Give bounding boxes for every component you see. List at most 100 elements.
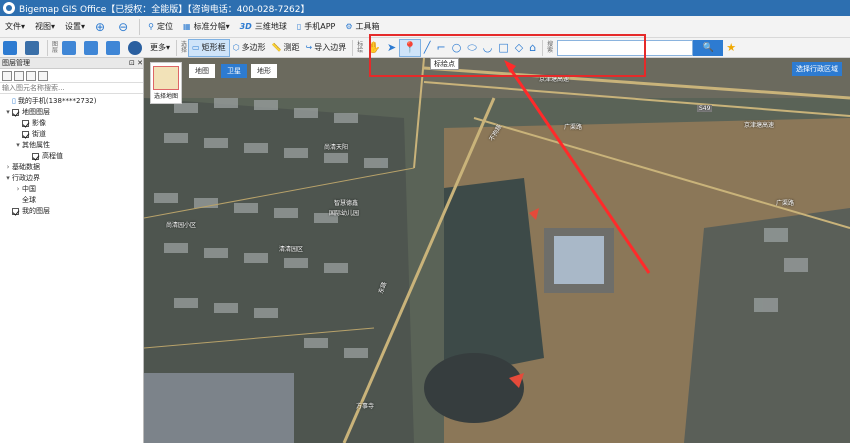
panel-toolbar	[0, 69, 143, 83]
rectangle-tool[interactable]: □	[495, 39, 511, 57]
checkbox[interactable]	[22, 120, 29, 127]
label-community-1: 尚清园小区	[166, 222, 197, 229]
menu-view[interactable]: 视图 ▾	[30, 17, 60, 37]
layer-tool-2[interactable]	[81, 39, 103, 57]
save-icon	[25, 40, 39, 55]
checkbox[interactable]	[22, 131, 29, 138]
tree-node-label: 行政边界	[12, 174, 40, 182]
layer-tree: ▯ 我的手机(138****2732) ▾ 地图图层 影像 街道 ▾ 其他属性 高程值 › 基础数据…	[0, 94, 143, 217]
mobile-app-button[interactable]: ▯ 手机APP	[292, 17, 341, 37]
zoom-in-button[interactable]: ⊕	[90, 17, 113, 37]
layer-tool-3[interactable]	[103, 39, 125, 57]
circle-icon: ○	[451, 41, 462, 54]
tree-node-label: 全球	[22, 196, 36, 204]
zoom-out-icon: ⊖	[118, 19, 129, 34]
search-button[interactable]: 🔍	[693, 39, 724, 56]
chevron-down-icon[interactable]: ▾	[14, 140, 22, 151]
layer-tool-1[interactable]	[59, 39, 81, 57]
phone-icon: ▯	[12, 97, 16, 105]
chevron-right-icon[interactable]: ›	[4, 162, 12, 173]
three-d-button[interactable]: 3D 三维地球	[235, 17, 292, 37]
tree-node[interactable]: ▾ 行政边界	[0, 173, 143, 184]
polyline-icon: ⌐	[436, 41, 446, 54]
label-temple: 方事寺	[356, 403, 375, 410]
arc-tool[interactable]: ◡	[480, 39, 496, 57]
chevron-down-icon[interactable]: ▾	[4, 107, 12, 118]
tab-terrain[interactable]: 地形	[251, 64, 277, 78]
panel-pin-icon[interactable]: ⊡ ✕	[129, 58, 143, 68]
label-guangqu-2: 广渠路	[776, 200, 795, 207]
panel-header: 图层管理 ⊡ ✕	[0, 58, 143, 69]
select-section-label: 选择	[181, 40, 188, 54]
grid-icon: ▦	[183, 22, 191, 31]
choose-map-button[interactable]: 选择地图	[150, 62, 182, 104]
layer-search-input[interactable]: 输入图元名称搜索...	[0, 83, 143, 94]
choose-region-button[interactable]: 选择行政区域	[792, 62, 842, 76]
checkbox[interactable]	[32, 153, 39, 160]
satellite-imagery	[144, 58, 850, 443]
line-tool[interactable]: ╱	[421, 39, 434, 57]
chevron-down-icon[interactable]: ▾	[4, 173, 12, 184]
label-s49: S49	[697, 105, 713, 112]
shape-icon: ⌂	[529, 41, 537, 54]
import-border-button[interactable]: ↪ 导入边界	[303, 39, 350, 57]
tab-satellite[interactable]: 卫星	[221, 64, 247, 78]
tile-button[interactable]: ▦ 标准分幅 ▾	[178, 17, 235, 37]
open-button[interactable]	[0, 39, 22, 57]
checkbox[interactable]	[12, 208, 19, 215]
chevron-right-icon[interactable]: ›	[14, 184, 22, 195]
app-logo-icon	[3, 2, 15, 14]
tree-node[interactable]: 全球	[0, 195, 143, 206]
panel-tool-folder-icon[interactable]	[14, 70, 24, 81]
shape-tool[interactable]: ⌂	[526, 39, 539, 57]
rect-icon: ▭	[192, 43, 200, 52]
import-icon: ↪	[305, 43, 313, 52]
toolbox-button[interactable]: ⚙ 工具箱	[340, 17, 384, 37]
pointer-icon: ➤	[386, 41, 397, 54]
label-school: 尚清天阳	[324, 144, 349, 151]
polyline-tool[interactable]: ⌐	[433, 39, 448, 57]
tree-node[interactable]: › 基础数据	[0, 162, 143, 173]
layer-tool-4[interactable]	[125, 39, 147, 57]
search-input[interactable]	[557, 39, 694, 56]
layer-section-label: 图层	[51, 40, 58, 54]
tree-node[interactable]: 高程值	[0, 151, 143, 162]
3d-icon: 3D	[239, 22, 252, 31]
pointer-tool[interactable]: ➤	[384, 39, 399, 57]
save-button[interactable]	[22, 39, 44, 57]
tree-node[interactable]: 影像	[0, 118, 143, 129]
panel-tool-add-icon[interactable]	[2, 70, 12, 81]
pan-tool[interactable]: ✋	[364, 39, 384, 57]
checkbox[interactable]	[12, 109, 19, 116]
tree-node[interactable]: › 中国	[0, 184, 143, 195]
menu-file[interactable]: 文件 ▾	[0, 17, 30, 37]
tree-node-label: 中国	[22, 185, 36, 193]
tree-node[interactable]: ▾ 其他属性	[0, 140, 143, 151]
zoom-out-button[interactable]: ⊖	[113, 17, 136, 37]
rectangle-icon: □	[498, 41, 509, 54]
globe-icon	[128, 40, 142, 55]
mark-point-tool[interactable]: 📍	[399, 38, 421, 57]
panel-tool-import-icon[interactable]	[26, 70, 36, 81]
locate-button[interactable]: ⚲ 定位	[143, 17, 178, 37]
ellipse-tool[interactable]: ⬭	[464, 39, 479, 57]
mark-section-label: 标绘	[357, 40, 364, 54]
tree-node[interactable]: 我的图层	[0, 206, 143, 217]
polygon-select-button[interactable]: ⬡ 多边形	[230, 39, 269, 57]
menu-settings[interactable]: 设置 ▾	[60, 17, 90, 37]
tree-node[interactable]: ▯ 我的手机(138****2732)	[0, 96, 143, 107]
tree-node[interactable]: ▾ 地图图层	[0, 107, 143, 118]
ellipse-icon: ⬭	[467, 40, 477, 54]
circle-tool[interactable]: ○	[449, 39, 465, 57]
panel-tool-search-icon[interactable]	[38, 70, 48, 81]
tag-tool[interactable]: ◇	[512, 39, 526, 57]
map-view[interactable]: 地图 卫星 地形 选择地图 选择行政区域 京津塘高速 京津塘高速 S49 广渠路…	[144, 58, 850, 443]
tree-node[interactable]: 街道	[0, 129, 143, 140]
label-community-2: 清清园区	[279, 246, 304, 253]
measure-button[interactable]: 📏 测距	[269, 39, 303, 57]
tab-map[interactable]: 地图	[189, 64, 215, 78]
more-button[interactable]: 更多 ▾	[147, 39, 173, 57]
rect-select-button[interactable]: ▭ 矩形框	[188, 38, 230, 57]
map-pin-icon: 📍	[403, 41, 417, 54]
favorite-button[interactable]: ★	[723, 39, 739, 57]
